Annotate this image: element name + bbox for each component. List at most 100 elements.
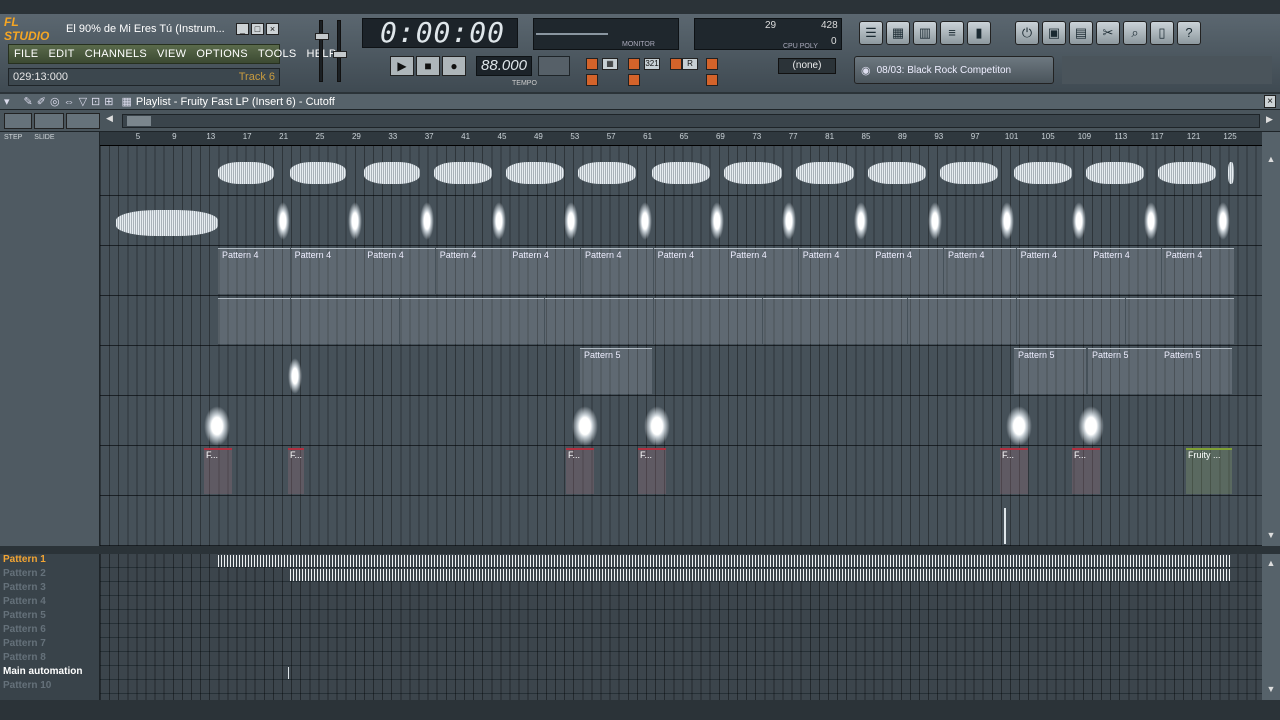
pattern-clip[interactable]: Pattern 4 xyxy=(871,248,944,294)
select-tool-icon[interactable]: ⊡ xyxy=(91,95,100,108)
toggle-loop-record[interactable] xyxy=(706,58,718,70)
pattern-clip[interactable] xyxy=(835,298,872,344)
minimize-icon[interactable]: _ xyxy=(236,23,249,35)
hit-clip[interactable] xyxy=(288,358,302,394)
automation-view-icon[interactable] xyxy=(34,113,64,129)
mixer-icon[interactable]: ▮ xyxy=(967,21,991,45)
crash-clip[interactable] xyxy=(204,406,230,446)
automation-clip[interactable]: F... xyxy=(1072,448,1100,494)
pattern-clip[interactable] xyxy=(726,298,763,344)
pattern-item[interactable]: Pattern 4 xyxy=(0,596,99,610)
delete-tool-icon[interactable]: ◎ xyxy=(50,95,60,108)
menu-edit[interactable]: EDIT xyxy=(43,48,79,60)
pattern-item[interactable]: Pattern 2 xyxy=(0,568,99,582)
pattern-view-icon[interactable] xyxy=(66,113,100,129)
tempo-display[interactable]: 88.000 xyxy=(476,56,532,76)
audio-clip[interactable] xyxy=(940,148,998,194)
pattern-clip[interactable]: Pattern 4 xyxy=(726,248,799,294)
scroll-left-icon[interactable]: ◀ xyxy=(106,113,113,124)
automation-clip[interactable]: Fruity ... xyxy=(1186,448,1232,494)
automation-clip[interactable]: F... xyxy=(204,448,232,494)
slide-toggle[interactable]: SLIDE xyxy=(34,134,54,141)
pattern-clip[interactable]: Pattern 4 xyxy=(1089,248,1162,294)
scroll-up-icon[interactable]: ▲ xyxy=(1265,558,1277,570)
pattern-clip[interactable] xyxy=(798,298,835,344)
pattern-clip[interactable]: Pattern 4 xyxy=(508,248,581,294)
toggle-typing-keyboard[interactable] xyxy=(586,58,598,70)
audio-clip[interactable] xyxy=(116,198,218,244)
pattern-item[interactable]: Pattern 3 xyxy=(0,582,99,596)
scroll-up-icon[interactable]: ▲ xyxy=(1265,154,1277,166)
pattern-clip[interactable] xyxy=(544,298,581,344)
automation-clip[interactable]: F... xyxy=(638,448,666,494)
menu-options[interactable]: OPTIONS xyxy=(191,48,253,60)
scroll-right-icon[interactable]: ▶ xyxy=(1266,114,1273,125)
pattern-clip[interactable]: Pattern 4 xyxy=(944,248,1016,294)
pattern-clip[interactable] xyxy=(1089,298,1126,344)
play-button[interactable]: ▶ xyxy=(390,56,414,76)
document-icon[interactable]: ▯ xyxy=(1150,21,1174,45)
slice-tool-icon[interactable]: ▽ xyxy=(79,95,87,108)
save-as-icon[interactable]: ▤ xyxy=(1069,21,1093,45)
audio-clip[interactable] xyxy=(218,148,274,194)
time-display[interactable]: 0:00:00 xyxy=(362,18,518,48)
hit-clip[interactable] xyxy=(276,202,290,240)
pattern-clip[interactable]: Pattern 4 xyxy=(218,248,290,294)
hit-clip[interactable] xyxy=(638,202,652,240)
toggle-metronome[interactable] xyxy=(586,74,598,86)
scroll-down-icon[interactable]: ▼ xyxy=(1265,530,1277,542)
hit-clip[interactable] xyxy=(1144,202,1158,240)
hit-clip[interactable] xyxy=(492,202,506,240)
pattern-clip[interactable] xyxy=(363,298,400,344)
audio-clip[interactable] xyxy=(796,148,854,194)
audio-clip[interactable] xyxy=(506,148,564,194)
hit-clip[interactable] xyxy=(1000,202,1014,240)
crash-clip[interactable] xyxy=(572,406,598,446)
snap-selector[interactable]: (none) xyxy=(778,58,836,74)
slider-handle[interactable] xyxy=(333,51,347,58)
automation-clip[interactable]: F... xyxy=(1000,448,1028,494)
picker-scrollbar[interactable]: ▲ ▼ xyxy=(1262,554,1280,700)
pattern-clip[interactable] xyxy=(653,298,690,344)
record-button[interactable]: ● xyxy=(442,56,466,76)
scroll-thumb[interactable] xyxy=(127,116,151,126)
pattern-clip[interactable] xyxy=(1125,298,1162,344)
pattern-clip[interactable]: Pattern 4 xyxy=(290,248,363,294)
pattern-clip[interactable] xyxy=(617,298,654,344)
power-icon[interactable]: ⏻ xyxy=(1015,21,1039,45)
pattern-clip[interactable] xyxy=(326,298,363,344)
hit-clip[interactable] xyxy=(1072,202,1086,240)
audio-clip[interactable] xyxy=(652,148,710,194)
pattern-item[interactable]: Pattern 7 xyxy=(0,638,99,652)
pattern-clip[interactable] xyxy=(472,298,509,344)
hit-clip[interactable] xyxy=(564,202,578,240)
help-icon[interactable]: ? xyxy=(1177,21,1201,45)
pattern-clip[interactable]: Pattern 4 xyxy=(581,248,653,294)
pattern-clip[interactable] xyxy=(980,298,1017,344)
pattern-clip[interactable] xyxy=(1198,298,1235,344)
audio-clip[interactable] xyxy=(724,148,782,194)
audio-clip[interactable] xyxy=(578,148,636,194)
slider-handle[interactable] xyxy=(315,33,329,40)
audio-clip[interactable] xyxy=(290,148,346,194)
pattern-item[interactable]: Pattern 1 xyxy=(0,554,99,568)
pattern-clip[interactable] xyxy=(435,298,472,344)
maximize-icon[interactable]: □ xyxy=(251,23,264,35)
pattern-display[interactable] xyxy=(538,56,570,76)
hit-clip[interactable] xyxy=(348,202,362,240)
automation-clip[interactable]: F... xyxy=(288,448,304,494)
audio-clip[interactable] xyxy=(1086,148,1144,194)
browser-hint-box[interactable]: ◉ 08/03: Black Rock Competiton xyxy=(854,56,1054,84)
pattern-clip[interactable]: Pattern 4 xyxy=(1016,248,1089,294)
pattern-clip[interactable]: Pattern 5 xyxy=(1088,348,1160,394)
hit-clip[interactable] xyxy=(854,202,868,240)
mute-tool-icon[interactable]: ⇔ xyxy=(64,96,75,108)
pattern-clip[interactable] xyxy=(218,298,254,344)
hit-clip[interactable] xyxy=(928,202,942,240)
piano-roll-icon[interactable]: ▥ xyxy=(913,21,937,45)
master-pitch-slider[interactable] xyxy=(333,20,347,82)
audio-clip[interactable] xyxy=(1228,148,1234,194)
playlist-icon[interactable]: ☰ xyxy=(859,21,883,45)
pattern-clip[interactable]: Pattern 5 xyxy=(1160,348,1232,394)
playlist-grid[interactable]: Pattern 4 Pattern 4 Pattern 4 Pattern 4 Patt… xyxy=(100,146,1262,546)
